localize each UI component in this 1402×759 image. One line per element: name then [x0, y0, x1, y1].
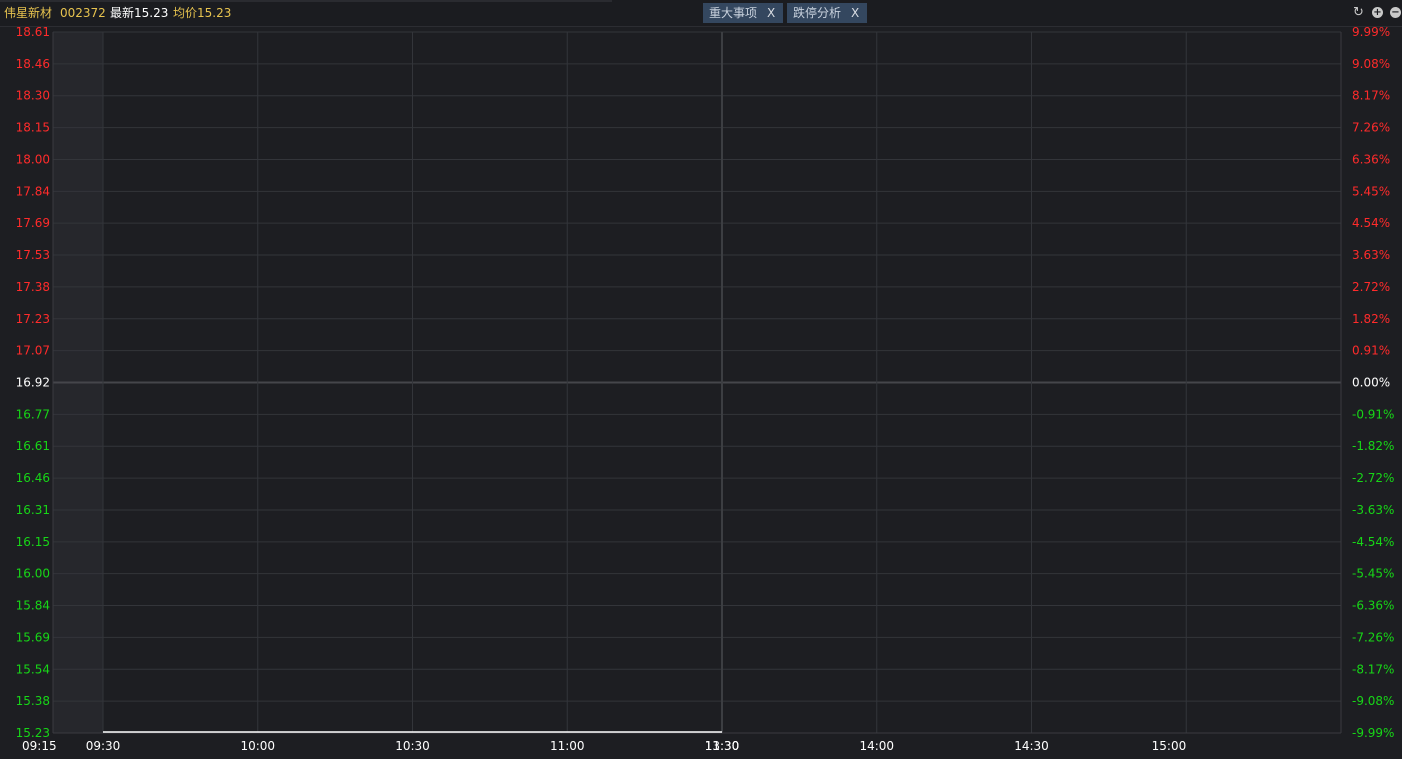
y-tick-label: 15.84 [16, 599, 50, 613]
y-tick-label: 16.46 [16, 471, 50, 485]
pct-tick-label: -1.82% [1352, 439, 1394, 453]
y-tick-label: 16.31 [16, 503, 50, 517]
pct-tick-label: -9.99% [1352, 726, 1394, 740]
y-tick-label: 16.92 [16, 376, 50, 390]
x-tick-label: 13:30 [705, 739, 740, 753]
y-tick-label: 16.00 [16, 567, 50, 581]
y-tick-label: 18.30 [16, 89, 50, 103]
pct-tick-label: -6.36% [1352, 599, 1394, 613]
pct-tick-label: -8.17% [1352, 662, 1394, 676]
y-tick-label: 18.15 [16, 121, 50, 135]
y-tick-label: 17.23 [16, 312, 50, 326]
y-tick-label: 18.61 [16, 25, 50, 39]
pct-tick-label: 4.54% [1352, 216, 1390, 230]
pct-tick-label: -3.63% [1352, 503, 1394, 517]
x-tick-label: 09:30 [86, 739, 121, 753]
x-tick-label: 11:00 [550, 739, 585, 753]
pct-tick-label: 9.08% [1352, 57, 1390, 71]
y-tick-label: 18.46 [16, 57, 50, 71]
pct-tick-label: 3.63% [1352, 248, 1390, 262]
y-tick-label: 16.15 [16, 535, 50, 549]
y-tick-label: 15.23 [16, 726, 50, 740]
x-tick-label: 10:00 [240, 739, 275, 753]
pct-tick-label: -5.45% [1352, 567, 1394, 581]
x-tick-label: 09:15 [22, 739, 57, 753]
x-tick-label: 10:30 [395, 739, 430, 753]
pct-tick-label: 1.82% [1352, 312, 1390, 326]
pct-tick-label: 0.91% [1352, 344, 1390, 358]
y-tick-label: 17.07 [16, 344, 50, 358]
pct-tick-label: 5.45% [1352, 184, 1390, 198]
x-tick-label: 14:30 [1014, 739, 1049, 753]
intraday-price-chart[interactable]: 18.61 9.99% 18.46 9.08% 18.30 8.17% 18.15 7.26%… [0, 0, 1402, 759]
pct-tick-label: -0.91% [1352, 407, 1394, 421]
pct-tick-label: 6.36% [1352, 152, 1390, 166]
y-tick-label: 15.38 [16, 694, 50, 708]
pct-tick-label: 9.99% [1352, 25, 1390, 39]
pct-tick-label: -2.72% [1352, 471, 1394, 485]
pct-tick-label: -9.08% [1352, 694, 1394, 708]
y-tick-label: 17.53 [16, 248, 50, 262]
y-tick-label: 17.84 [16, 184, 50, 198]
pct-tick-label: 2.72% [1352, 280, 1390, 294]
y-tick-label: 17.38 [16, 280, 50, 294]
pct-tick-label: 8.17% [1352, 89, 1390, 103]
y-tick-label: 18.00 [16, 152, 50, 166]
pct-tick-label: 7.26% [1352, 121, 1390, 135]
pct-tick-label: -4.54% [1352, 535, 1394, 549]
x-tick-label: 15:00 [1152, 739, 1187, 753]
x-tick-label: 14:00 [859, 739, 894, 753]
y-tick-label: 15.69 [16, 630, 50, 644]
pct-tick-label: 0.00% [1352, 376, 1390, 390]
y-tick-label: 17.69 [16, 216, 50, 230]
pct-tick-label: -7.26% [1352, 630, 1394, 644]
y-tick-label: 15.54 [16, 662, 50, 676]
y-tick-label: 16.61 [16, 439, 50, 453]
y-tick-label: 16.77 [16, 407, 50, 421]
